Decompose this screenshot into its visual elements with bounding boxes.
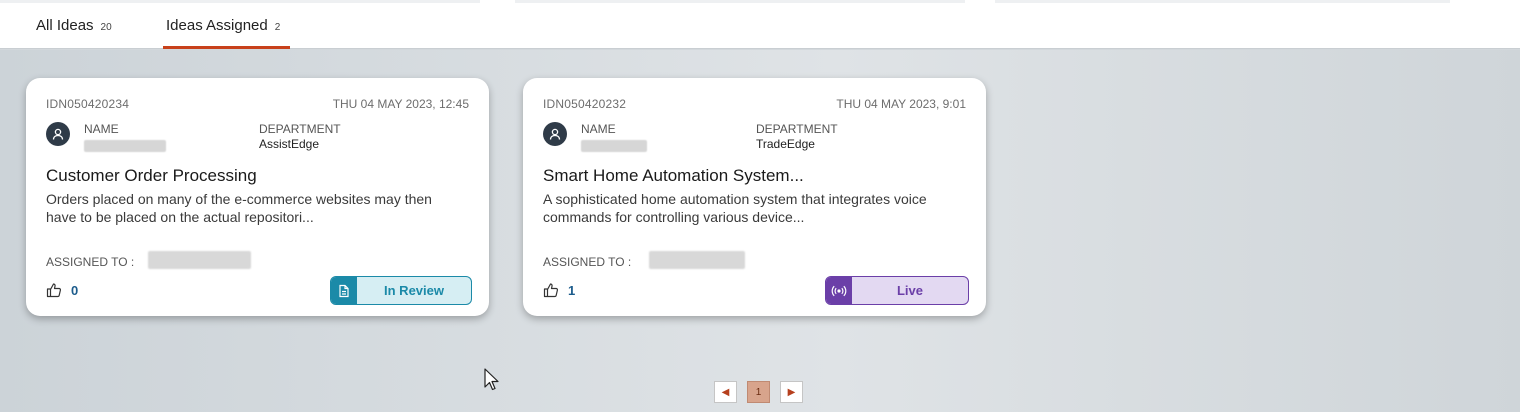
idea-description: A sophisticated home automation system t… [543,191,927,225]
idea-date: THU 04 MAY 2023, 9:01 [836,97,966,111]
like-count: 0 [71,282,79,298]
tab-bar: All Ideas 20 Ideas Assigned 2 [0,0,1520,49]
redacted-assignee [148,251,251,269]
idea-date: THU 04 MAY 2023, 12:45 [332,97,469,111]
tab-label: Ideas Assigned [166,17,268,34]
prev-page-button[interactable]: ◀ [714,381,737,403]
user-avatar-icon [46,122,70,146]
idea-id: IDN050420234 [46,97,130,111]
tab-ideas-assigned[interactable]: Ideas Assigned 2 [166,17,280,34]
idea-card[interactable]: IDN050420232 THU 04 MAY 2023, 9:01 NAME … [523,78,986,316]
department-label: DEPARTMENT [259,122,341,136]
page-number-button[interactable]: 1 [747,381,770,403]
department-value: AssistEdge [259,137,320,151]
tab-label: All Ideas [36,17,94,34]
department-value: TradeEdge [756,137,815,151]
pagination: ◀ 1 ▶ [714,381,803,403]
tab-all-ideas[interactable]: All Ideas 20 [36,17,112,34]
active-tab-indicator [163,46,290,49]
idea-card[interactable]: IDN050420234 THU 04 MAY 2023, 12:45 NAME… [26,78,489,316]
like-count: 1 [568,282,576,298]
tab-count: 20 [100,22,112,33]
user-avatar-icon [543,122,567,146]
assigned-to-label: ASSIGNED TO : [543,255,632,269]
status-badge[interactable]: Live [825,276,969,305]
department-label: DEPARTMENT [756,122,838,136]
thumbs-up-icon [46,283,62,298]
status-badge[interactable]: In Review [330,276,472,305]
caret-right-icon: ▶ [787,386,796,398]
idea-title[interactable]: Customer Order Processing [46,166,257,186]
like-button[interactable]: 1 [543,282,575,298]
next-page-button[interactable]: ▶ [780,381,803,403]
idea-id: IDN050420232 [543,97,627,111]
redacted-name [84,140,166,152]
top-divider [515,0,965,3]
top-divider [0,0,480,3]
like-button[interactable]: 0 [46,282,78,298]
status-label: In Review [384,283,444,298]
redacted-name [581,140,647,152]
tab-count: 2 [274,22,281,33]
idea-title[interactable]: Smart Home Automation System... [543,166,804,186]
redacted-assignee [649,251,745,269]
name-label: NAME [84,122,119,136]
name-label: NAME [581,122,616,136]
mouse-cursor-icon [484,368,499,391]
top-divider [995,0,1450,3]
document-icon [331,277,357,304]
thumbs-up-icon [543,283,559,298]
idea-description: Orders placed on many of the e-commerce … [46,191,432,225]
caret-left-icon: ◀ [721,386,730,398]
status-label: Live [896,283,923,298]
assigned-to-label: ASSIGNED TO : [46,255,135,269]
broadcast-icon [826,277,852,304]
